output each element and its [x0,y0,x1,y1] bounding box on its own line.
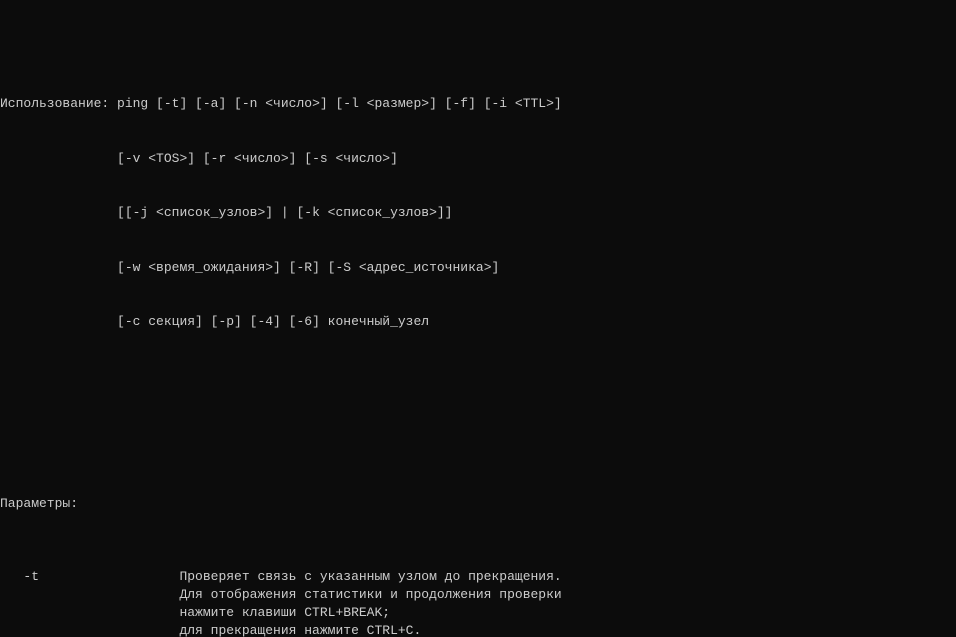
param-flag-empty [0,622,179,637]
param-row: Для отображения статистики и продолжения… [0,586,956,604]
param-desc: Для отображения статистики и продолжения… [179,586,561,604]
param-row: нажмите клавиши CTRL+BREAK; [0,604,956,622]
usage-line: [[-j <список_узлов>] | [-k <список_узлов… [0,204,956,222]
usage-line: Использование: ping [-t] [-a] [-n <число… [0,95,956,113]
usage-text: [-c секция] [-p] [-4] [-6] конечный_узел [117,314,429,329]
terminal-output: Использование: ping [-t] [-a] [-n <число… [0,0,956,637]
usage-text: [[-j <список_узлов>] | [-k <список_узлов… [117,205,452,220]
param-row: -t Проверяет связь с указанным узлом до … [0,568,956,586]
usage-line: [-v <TOS>] [-r <число>] [-s <число>] [0,150,956,168]
param-desc: для прекращения нажмите CTRL+C. [179,622,421,637]
param-desc: Проверяет связь с указанным узлом до пре… [179,568,561,586]
param-flag-empty [0,586,179,604]
usage-line: [-w <время_ожидания>] [-R] [-S <адрес_ис… [0,259,956,277]
params-list: -t Проверяет связь с указанным узлом до … [0,568,956,637]
usage-text: [-v <TOS>] [-r <число>] [-s <число>] [117,151,398,166]
usage-text: [-w <время_ожидания>] [-R] [-S <адрес_ис… [117,260,499,275]
params-header: Параметры: [0,495,956,513]
usage-text: ping [-t] [-a] [-n <число>] [-l <размер>… [117,96,562,111]
param-row: для прекращения нажмите CTRL+C. [0,622,956,637]
param-flag-empty [0,604,179,622]
param-desc: нажмите клавиши CTRL+BREAK; [179,604,390,622]
param-flag: -t [0,568,179,586]
blank-line [0,422,956,440]
usage-line: [-c секция] [-p] [-4] [-6] конечный_узел [0,313,956,331]
usage-block: Использование: ping [-t] [-a] [-n <число… [0,59,956,368]
usage-label: Использование: [0,96,109,111]
